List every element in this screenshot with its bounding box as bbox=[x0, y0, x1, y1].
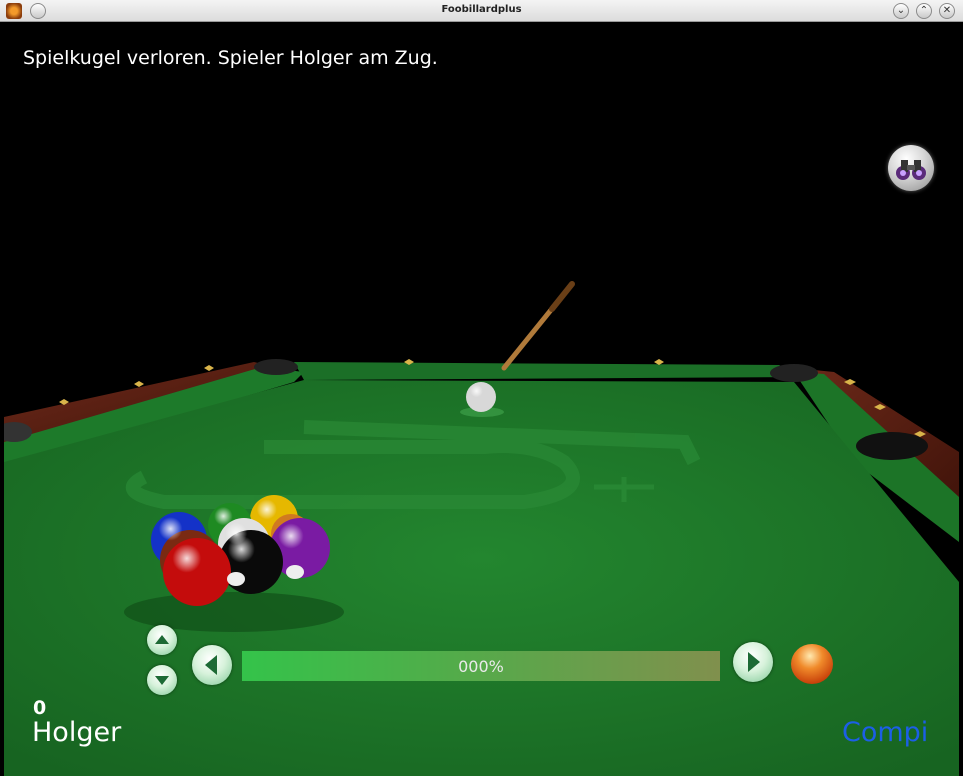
arrow-left-icon[interactable] bbox=[192, 645, 232, 685]
player1-score: 0 bbox=[33, 697, 47, 719]
player1-name: Holger bbox=[32, 717, 122, 748]
orange-ball-icon[interactable] bbox=[791, 644, 833, 684]
power-bar: 000% bbox=[242, 651, 720, 681]
window-title: Foobillardplus bbox=[441, 4, 522, 15]
status-message: Spielkugel verloren. Spieler Holger am Z… bbox=[23, 47, 438, 69]
arrow-up-icon[interactable] bbox=[147, 625, 177, 655]
pocket-back-right bbox=[770, 364, 818, 382]
game-viewport[interactable]: Spielkugel verloren. Spieler Holger am Z… bbox=[4, 22, 959, 776]
pocket-back-left bbox=[254, 359, 298, 375]
maximize-button[interactable]: ⌃ bbox=[916, 3, 932, 19]
minimize-button[interactable]: ⌄ bbox=[893, 3, 909, 19]
pocket-right-side bbox=[856, 432, 928, 460]
power-percent: 000% bbox=[458, 657, 504, 676]
arrow-down-icon[interactable] bbox=[147, 665, 177, 695]
title-bar: Foobillardplus ⌄ ⌃ ✕ bbox=[0, 0, 963, 22]
arrow-right-icon[interactable] bbox=[733, 642, 773, 682]
player2-name: Compi bbox=[842, 717, 929, 748]
binoculars-icon[interactable] bbox=[888, 145, 934, 191]
back-cushion bbox=[294, 362, 804, 380]
close-button[interactable]: ✕ bbox=[939, 3, 955, 19]
